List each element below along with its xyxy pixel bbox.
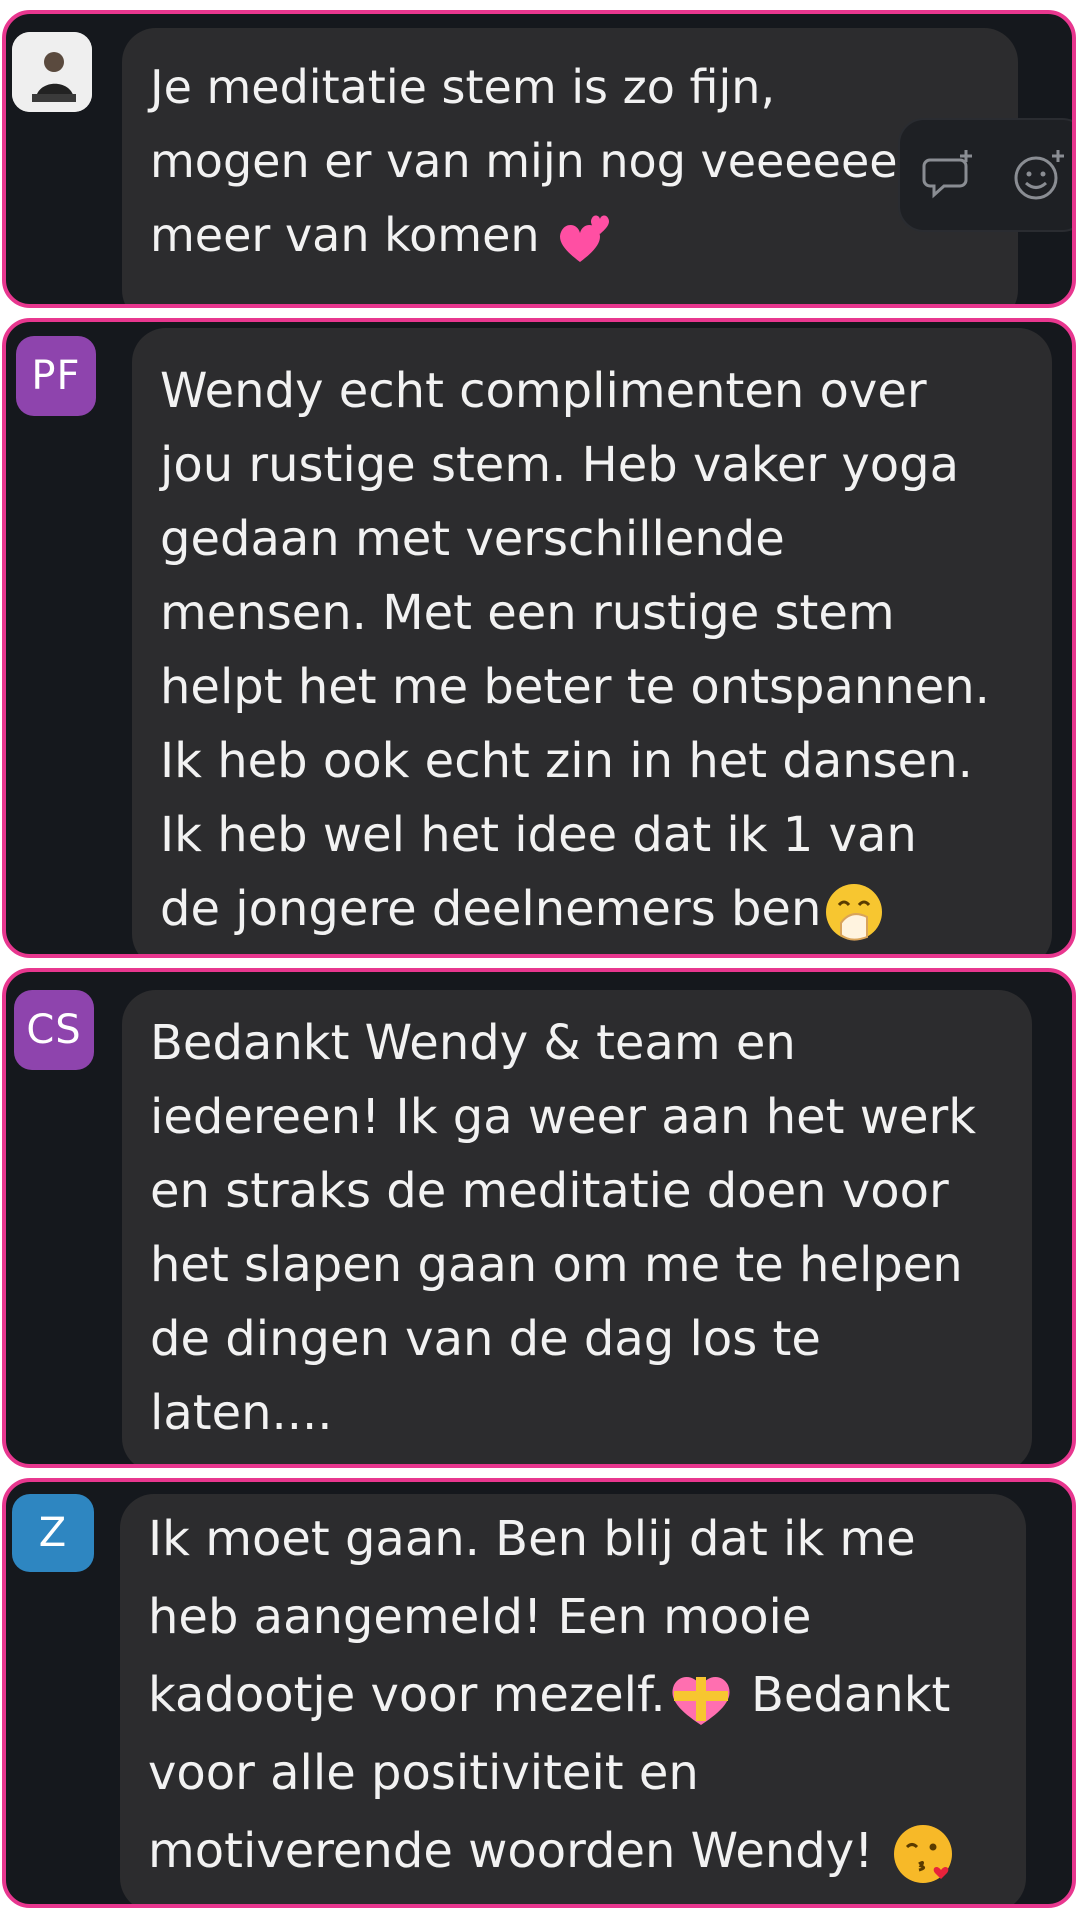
message-line: meer van komen <box>150 208 540 262</box>
avatar-initials: PF <box>31 353 81 399</box>
message-line: het slapen gaan om me te helpen <box>150 1237 963 1293</box>
message-line: de dingen van de dag los te <box>150 1311 821 1367</box>
message-bubble[interactable]: Bedankt Wendy & team en iedereen! Ik ga … <box>122 990 1032 1464</box>
message-line: en straks de meditatie doen voor <box>150 1163 949 1219</box>
message-line: mensen. Met een rustige stem <box>160 585 895 641</box>
add-reaction-icon[interactable] <box>1010 146 1068 204</box>
two-hearts-emoji <box>560 214 610 262</box>
user-photo-icon <box>12 32 92 112</box>
message-line: Wendy echt complimenten over <box>160 363 927 419</box>
message-hover-toolbar <box>898 118 1072 232</box>
avatar-initials: Z <box>38 1510 68 1556</box>
chat-message-card: PF Wendy echt complimenten over jou rust… <box>2 318 1076 958</box>
message-line: jou rustige stem. Heb vaker yoga <box>160 437 960 493</box>
heart-with-ribbon-emoji <box>672 1676 730 1725</box>
message-bubble[interactable]: Wendy echt complimenten over jou rustige… <box>132 328 1052 954</box>
avatar[interactable]: Z <box>12 1494 94 1572</box>
message-line: Je meditatie stem is zo fijn, <box>150 60 776 114</box>
avatar-initials: CS <box>26 1007 82 1053</box>
message-line: voor alle positiviteit en <box>148 1745 699 1801</box>
chat-message-card: CS Bedankt Wendy & team en iedereen! Ik … <box>2 968 1076 1468</box>
message-line: helpt het me beter te ontspannen. <box>160 659 990 715</box>
chat-message-card: Je meditatie stem is zo fijn, mogen er v… <box>2 10 1076 308</box>
message-line: Ik heb wel het idee dat ik 1 van <box>160 807 917 863</box>
message-line: Ik heb ook echt zin in het dansen. <box>160 733 973 789</box>
message-line: iedereen! Ik ga weer aan het werk <box>150 1089 977 1145</box>
message-line: kadootje voor mezelf. <box>148 1667 666 1723</box>
message-bubble[interactable]: Ik moet gaan. Ben blij dat ik me heb aan… <box>120 1494 1026 1904</box>
reply-in-thread-icon[interactable] <box>920 146 978 204</box>
message-bubble[interactable]: Je meditatie stem is zo fijn, mogen er v… <box>122 28 1018 304</box>
message-line: Ik moet gaan. Ben blij dat ik me <box>148 1511 916 1567</box>
message-line: mogen er van mijn nog veeeeee <box>150 134 898 188</box>
avatar[interactable]: PF <box>16 336 96 416</box>
message-line: de jongere deelnemers ben <box>160 881 822 937</box>
avatar[interactable] <box>12 32 92 112</box>
message-line: Bedankt Wendy & team en <box>150 1015 796 1071</box>
message-line: Bedankt <box>750 1667 951 1723</box>
kissing-face-emoji <box>893 1825 952 1883</box>
message-line: laten.... <box>150 1385 333 1441</box>
hand-over-mouth-emoji <box>826 884 883 941</box>
avatar[interactable]: CS <box>14 990 94 1070</box>
message-line: motiverende woorden Wendy! <box>148 1823 874 1879</box>
message-line: heb aangemeld! Een mooie <box>148 1589 812 1645</box>
chat-message-card: Z Ik moet gaan. Ben blij dat ik me heb a… <box>2 1478 1076 1908</box>
message-line: gedaan met verschillende <box>160 511 785 567</box>
